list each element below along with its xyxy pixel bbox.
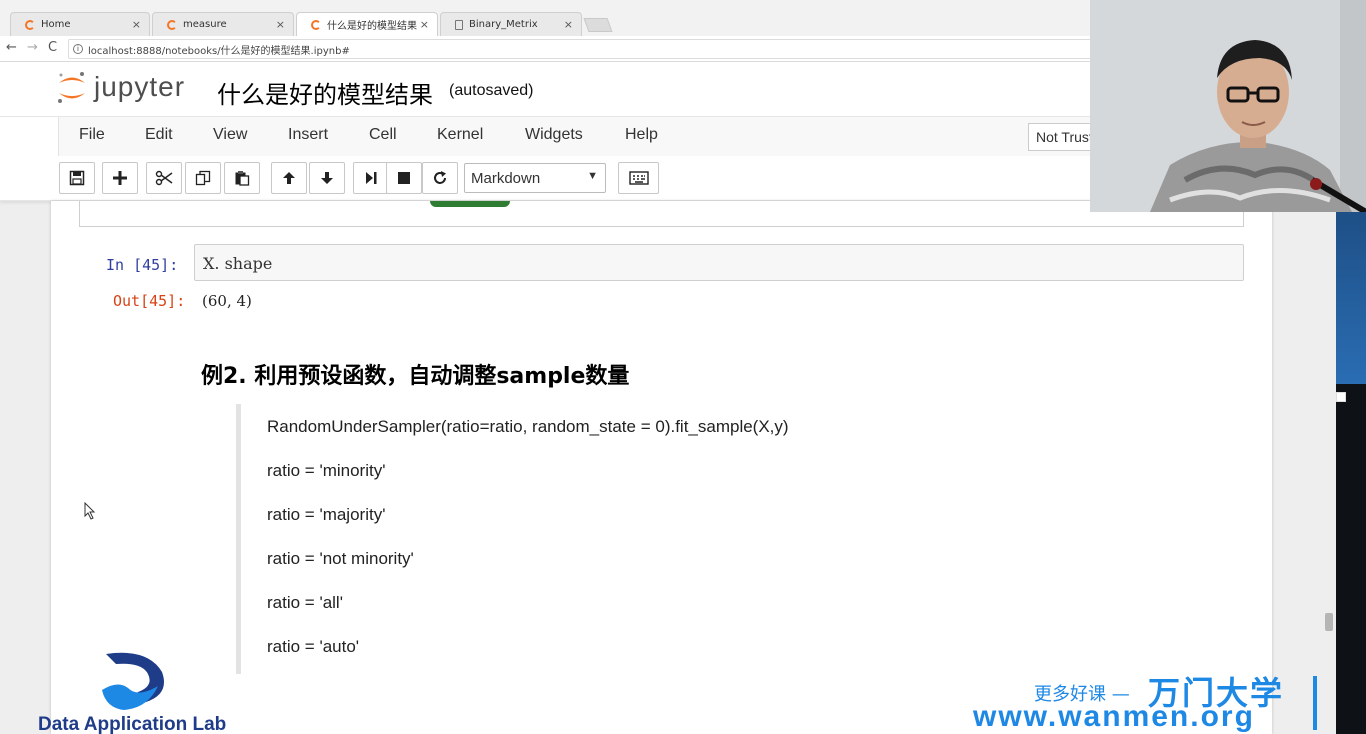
jupyter-logo-icon[interactable]: [56, 70, 88, 106]
tab-label: Binary_Metrix: [469, 19, 538, 30]
screen: Home × measure × 什么是好的模型结果 × Binary_Metr…: [0, 0, 1366, 734]
tab-home[interactable]: Home ×: [10, 12, 150, 36]
paste-button[interactable]: [224, 162, 260, 194]
menu-insert[interactable]: Insert: [288, 126, 328, 144]
reload-icon[interactable]: C: [48, 40, 57, 55]
webcam-overlay: [1090, 0, 1366, 212]
info-icon[interactable]: i: [73, 44, 83, 54]
tab-label: Home: [41, 19, 71, 30]
paste-icon: [235, 171, 250, 186]
tab-label: 什么是好的模型结果: [327, 21, 417, 32]
close-icon[interactable]: ×: [276, 18, 285, 31]
stop-icon: [398, 172, 410, 184]
save-button[interactable]: [59, 162, 95, 194]
blockquote: [236, 404, 1136, 674]
dal-logo-icon: [102, 652, 164, 710]
blockquote-line: ratio = 'minority': [267, 461, 386, 480]
mouse-pointer-icon: [84, 502, 96, 520]
new-tab-button[interactable]: [583, 18, 613, 32]
arrow-down-icon: [321, 172, 333, 184]
cell-type-select[interactable]: Markdown ▼: [464, 163, 606, 193]
restart-button[interactable]: [422, 162, 458, 194]
move-down-button[interactable]: [309, 162, 345, 194]
menu-edit[interactable]: Edit: [145, 126, 173, 144]
command-palette-button[interactable]: [618, 162, 659, 194]
tab-label: measure: [183, 19, 227, 30]
scrollbar-thumb[interactable]: [1325, 613, 1333, 631]
save-icon: [69, 170, 85, 186]
background-window-blue: [1336, 212, 1366, 384]
cell-output: (60, 4): [202, 292, 252, 310]
cut-button[interactable]: [146, 162, 182, 194]
markdown-heading: 例2. 利用预设函数，自动调整sample数量: [201, 364, 630, 389]
url-input[interactable]: i localhost:8888/notebooks/什么是好的模型结果.ipy…: [68, 39, 1148, 59]
blockquote-line: ratio = 'majority': [267, 505, 386, 524]
dal-name: Data Application Lab: [38, 714, 227, 734]
autosave-status: (autosaved): [449, 82, 534, 99]
blockquote-line: ratio = 'auto': [267, 637, 360, 656]
code-cell-input[interactable]: X. shape: [194, 244, 1244, 281]
menu-widgets[interactable]: Widgets: [525, 126, 583, 144]
run-button[interactable]: [353, 162, 389, 194]
close-icon[interactable]: ×: [420, 18, 429, 31]
insert-cell-button[interactable]: [102, 162, 138, 194]
blockquote-line: ratio = 'all': [267, 593, 343, 612]
close-icon[interactable]: ×: [132, 18, 141, 31]
arrow-up-icon: [283, 172, 295, 184]
jupyter-logo-text[interactable]: jupyter: [94, 71, 185, 103]
run-icon: [366, 172, 377, 184]
cell-type-value: Markdown: [471, 170, 541, 187]
restore-window-icon[interactable]: [1336, 392, 1346, 402]
menu-kernel[interactable]: Kernel: [437, 126, 483, 144]
restart-icon: [434, 171, 446, 184]
background-window: [1336, 212, 1366, 734]
jupyter-favicon-icon: [167, 19, 177, 30]
document-icon: [455, 19, 463, 30]
cut-icon: [155, 170, 173, 186]
copy-button[interactable]: [185, 162, 221, 194]
jupyter-favicon-icon: [25, 19, 35, 30]
menu-file[interactable]: File: [79, 126, 105, 144]
forward-icon[interactable]: →: [27, 40, 38, 55]
keyboard-icon: [628, 171, 649, 185]
trust-button[interactable]: Not Trusted: [1028, 123, 1098, 151]
tab-binary-metrix[interactable]: Binary_Metrix ×: [440, 12, 582, 36]
presenter-video-icon: [1090, 0, 1366, 212]
jupyter-favicon-icon: [311, 19, 321, 30]
close-icon[interactable]: ×: [564, 18, 573, 31]
plus-icon: [113, 171, 127, 185]
blockquote-line: RandomUnderSampler(ratio=ratio, random_s…: [267, 417, 789, 436]
back-icon[interactable]: ←: [6, 40, 17, 55]
tab-notebook-active[interactable]: 什么是好的模型结果 ×: [296, 12, 438, 36]
interrupt-button[interactable]: [386, 162, 422, 194]
output-prompt: Out[45]:: [113, 292, 186, 310]
watermark-url: www.wanmen.org: [973, 700, 1255, 733]
watermark-divider: [1313, 676, 1317, 730]
tab-measure[interactable]: measure ×: [152, 12, 294, 36]
blockquote-line: ratio = 'not minority': [267, 549, 414, 568]
menu-help[interactable]: Help: [625, 126, 658, 144]
copy-icon: [195, 170, 211, 186]
previous-cell[interactable]: [79, 201, 1244, 227]
data-application-lab-watermark: Data Application Lab: [38, 650, 258, 734]
dropdown-arrow-icon: ▼: [587, 170, 598, 182]
notebook-title[interactable]: 什么是好的模型结果: [217, 75, 433, 110]
menu-cell[interactable]: Cell: [369, 126, 397, 144]
url-text: localhost:8888/notebooks/什么是好的模型结果.ipynb…: [88, 45, 350, 57]
input-prompt: In [45]:: [106, 256, 179, 274]
previous-cell-image-fragment: [430, 201, 510, 207]
move-up-button[interactable]: [271, 162, 307, 194]
menu-view[interactable]: View: [213, 126, 247, 144]
